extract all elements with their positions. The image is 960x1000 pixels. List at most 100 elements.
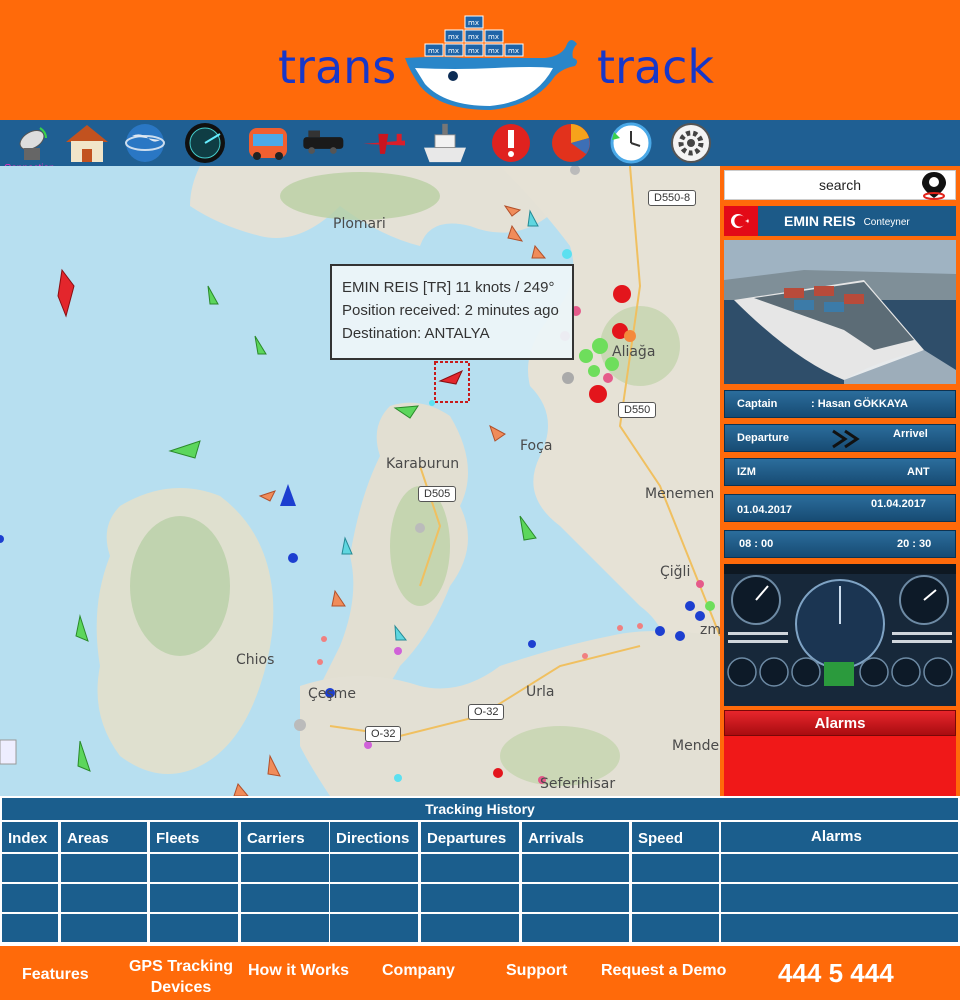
arrival-date: 01.04.2017: [871, 498, 927, 510]
map-label-chios: Chios: [236, 652, 275, 668]
turkey-flag-icon: [724, 206, 758, 236]
vessel-info-popup: EMIN REIS [TR] 11 knots / 249° Position …: [330, 264, 574, 360]
history-table-cell: [150, 914, 238, 942]
history-column-header[interactable]: Speed: [632, 822, 719, 852]
history-column-header[interactable]: Carriers: [241, 822, 329, 852]
history-column-label: Speed: [638, 830, 684, 847]
history-table-cell: [241, 884, 329, 912]
home-icon[interactable]: [62, 122, 112, 164]
history-table-cell: [330, 854, 418, 882]
svg-text:mx: mx: [488, 47, 499, 55]
history-column-label: Arrivals: [528, 830, 584, 847]
footer-link-features[interactable]: Features: [22, 966, 89, 984]
airplane-icon[interactable]: [360, 122, 410, 164]
history-table-cell: [61, 884, 147, 912]
history-column-header[interactable]: Arrivals: [522, 822, 629, 852]
map-canvas: [0, 166, 720, 796]
history-table-cell: [421, 854, 519, 882]
history-column-header[interactable]: Index: [2, 822, 58, 852]
clock-icon[interactable]: [606, 122, 656, 164]
history-table-cell: [2, 884, 58, 912]
history-table-cell: [421, 884, 519, 912]
phone-number: 444 5 444: [778, 958, 894, 988]
history-table-cell: [330, 914, 418, 942]
ports-row: IZM ANT: [724, 458, 956, 486]
footer-link-gps-devices[interactable]: GPS Tracking Devices: [124, 956, 238, 998]
location-pin-icon[interactable]: [920, 170, 948, 200]
svg-text:mx: mx: [488, 33, 499, 41]
map-label-foca: Foça: [520, 438, 553, 454]
road-label-d550-8: D550-8: [648, 190, 697, 206]
times-row: 08 : 00 20 : 30: [724, 530, 956, 558]
svg-text:mx: mx: [468, 47, 479, 55]
history-column-header[interactable]: Directions: [330, 822, 418, 852]
svg-text:mx: mx: [448, 33, 459, 41]
departure-label: Departure: [737, 432, 789, 444]
double-chevron-right-icon: [832, 429, 860, 449]
map-view[interactable]: Plomari Aliağa Foça Karaburun Menemen Çi…: [0, 166, 720, 796]
svg-text:mx: mx: [448, 47, 459, 55]
header: trans mx mx mx mx mx mx mx mx mx track: [0, 0, 960, 120]
pie-chart-icon[interactable]: [546, 122, 596, 164]
history-table-cell: [721, 914, 958, 942]
history-column-label: Fleets: [156, 830, 200, 847]
vessel-header: EMIN REIS Conteyner: [724, 206, 956, 236]
history-table-cell: [721, 884, 958, 912]
alert-icon[interactable]: [486, 122, 536, 164]
history-table-cell: [61, 854, 147, 882]
history-table-cell: [61, 914, 147, 942]
history-table-cell: [632, 854, 719, 882]
history-table-cell: [522, 854, 629, 882]
history-table-cell: [421, 914, 519, 942]
car-icon[interactable]: [243, 122, 293, 164]
captain-value: : Hasan GÖKKAYA: [811, 398, 908, 410]
history-table-cell: [632, 914, 719, 942]
departure-port: IZM: [737, 466, 756, 478]
history-table-cell: [2, 914, 58, 942]
tracking-history-table: Tracking History Index Areas Fleets Carrier…: [0, 796, 960, 946]
road-label-o32-east: O-32: [468, 704, 505, 720]
train-icon[interactable]: [300, 122, 350, 164]
alarms-header[interactable]: Alarms: [724, 710, 956, 736]
toolbar: username password: [0, 120, 960, 280]
dates-row: 01.04.2017 01.04.2017: [724, 494, 956, 522]
arrival-label: Arrivel: [893, 428, 928, 440]
history-column-header[interactable]: Fleets: [150, 822, 238, 852]
ship-icon[interactable]: [420, 122, 470, 164]
map-label-cesme: Çeşme: [308, 686, 356, 702]
map-label-aliaga: Aliağa: [612, 344, 656, 360]
history-column-header[interactable]: Areas: [61, 822, 147, 852]
vessel-sidebar: search EMIN REIS Conteyner Captain: Has…: [720, 166, 960, 796]
vessel-photo: [724, 240, 956, 384]
globe-icon[interactable]: [120, 122, 170, 164]
history-table-cell: [150, 854, 238, 882]
map-label-menderes: Mende: [672, 738, 720, 754]
history-table-cell: [241, 914, 329, 942]
footer-link-company[interactable]: Company: [382, 962, 455, 980]
road-label-d550: D550: [618, 402, 657, 418]
history-column-label: Index: [8, 830, 48, 847]
history-column-label: Alarms: [811, 828, 862, 845]
popup-position: Position received: 2 minutes ago: [342, 302, 559, 319]
footer-link-request-demo[interactable]: Request a Demo: [601, 962, 726, 980]
history-table-cell: [721, 854, 958, 882]
footer-link-support[interactable]: Support: [506, 962, 567, 980]
map-label-cigli: Çiğli: [660, 564, 691, 580]
settings-gear-icon[interactable]: [666, 122, 716, 164]
arrival-port: ANT: [907, 466, 930, 478]
satellite-dish-icon[interactable]: [6, 122, 56, 164]
history-column-header[interactable]: Alarms: [721, 822, 958, 852]
history-table-cell: [241, 854, 329, 882]
whale-logo-icon: mx mx mx mx mx mx mx mx mx: [405, 15, 578, 110]
footer-link-how-it-works[interactable]: How it Works: [248, 962, 349, 980]
svg-text:mx: mx: [468, 19, 479, 27]
svg-text:mx: mx: [508, 47, 519, 55]
history-column-header[interactable]: Departures: [421, 822, 519, 852]
vessel-name: EMIN REIS: [784, 213, 856, 229]
radar-icon[interactable]: [180, 122, 230, 164]
map-label-menemen: Menemen: [645, 486, 715, 502]
history-column-label: Carriers: [247, 830, 305, 847]
tracking-history-title: Tracking History: [2, 798, 958, 820]
popup-destination: Destination: ANTALYA: [342, 325, 490, 342]
bridge-dashboard-panel: [724, 564, 956, 706]
